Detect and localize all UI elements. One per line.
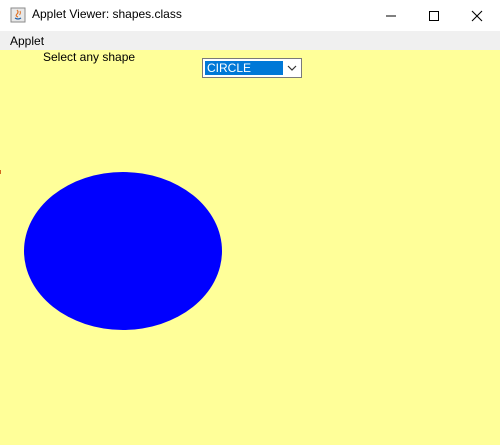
window-edge-marker	[0, 170, 1, 174]
maximize-icon	[429, 10, 439, 21]
minimize-button[interactable]	[368, 0, 414, 31]
maximize-button[interactable]	[411, 0, 457, 31]
minimize-icon	[386, 15, 396, 16]
java-applet-icon	[10, 7, 26, 23]
close-icon	[471, 10, 483, 21]
circle-shape	[24, 172, 222, 330]
close-button[interactable]	[454, 0, 500, 31]
title-bar[interactable]: Applet Viewer: shapes.class	[0, 0, 500, 31]
select-shape-label: Select any shape	[43, 50, 136, 64]
applet-canvas: Select any shape CIRCLE	[0, 50, 500, 445]
shape-choice-selected: CIRCLE	[205, 61, 283, 75]
window-title: Applet Viewer: shapes.class	[32, 7, 182, 21]
chevron-down-icon[interactable]	[287, 64, 297, 72]
shape-choice-dropdown[interactable]: CIRCLE	[202, 58, 302, 78]
drawn-circle	[24, 172, 222, 330]
menu-applet[interactable]: Applet	[10, 34, 44, 48]
menu-bar: Applet	[0, 31, 500, 50]
